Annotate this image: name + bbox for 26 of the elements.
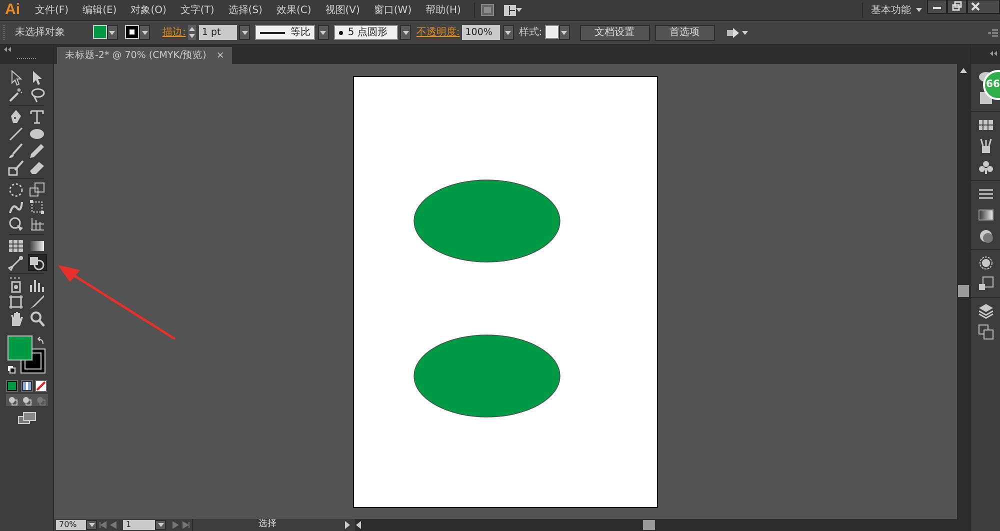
menu-item[interactable]: 效果(C) — [269, 2, 318, 18]
style-label: 样式: — [518, 26, 542, 40]
menu-item[interactable]: 编辑(E) — [76, 2, 124, 18]
brush-dropdown[interactable]: 5 点圆形 — [334, 25, 398, 40]
artboard-field[interactable]: 1 — [123, 520, 155, 530]
menu-item[interactable]: 视图(V) — [318, 2, 367, 18]
zoom-field[interactable]: 70% — [56, 520, 86, 530]
toolbar-button[interactable]: 首选项 — [654, 24, 715, 40]
document-tab[interactable]: 未标题-2* @ 70% (CMYK/预览) — [65, 47, 206, 64]
opacity-link[interactable]: 不透明度: — [416, 25, 460, 40]
selection-status: 未选择对象 — [14, 26, 66, 40]
app-logo: Ai — [4, 0, 21, 20]
current-tool-status[interactable]: 选择 — [192, 518, 342, 531]
stroke-link[interactable]: 描边: — [162, 25, 186, 40]
menu-item[interactable]: 文字(T) — [173, 2, 222, 18]
toolbar-button[interactable]: 文档设置 — [580, 24, 650, 40]
close-tab-button[interactable]: × — [216, 47, 224, 64]
opacity-field[interactable]: 100% — [462, 25, 500, 40]
stroke-profile-dropdown[interactable]: 等比 — [255, 25, 316, 40]
stroke-weight-field[interactable]: 1 pt — [198, 25, 237, 40]
workspace-switcher[interactable]: 基本功能 — [871, 2, 911, 18]
menu-item[interactable]: 帮助(H) — [418, 2, 468, 18]
menu-item[interactable]: 选择(S) — [221, 2, 270, 18]
menu-item[interactable]: 对象(O) — [124, 2, 174, 18]
menu-item[interactable]: 窗口(W) — [366, 2, 419, 18]
menu-item[interactable]: 文件(F) — [28, 2, 76, 18]
